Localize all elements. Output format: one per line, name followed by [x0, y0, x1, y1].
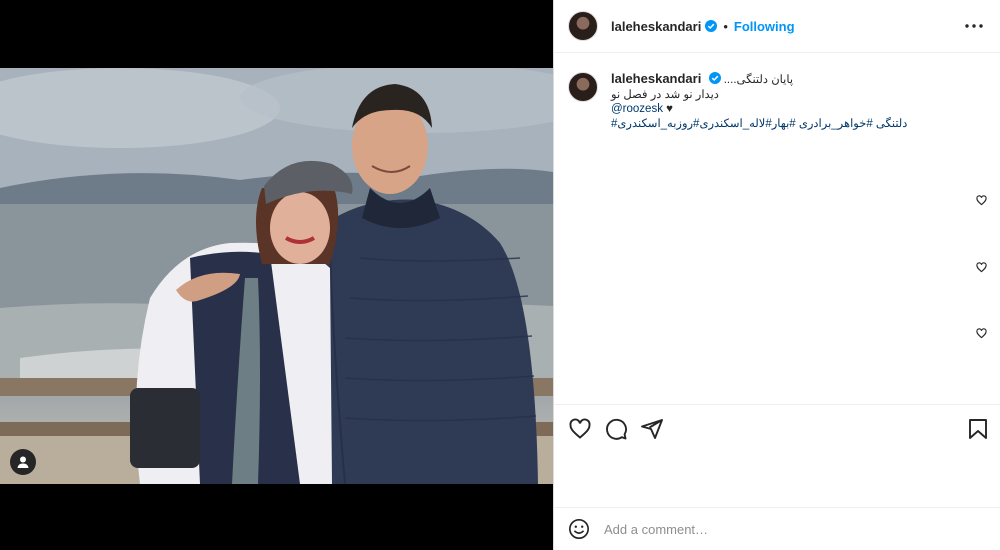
avatar[interactable]: [568, 11, 598, 41]
caption-heart: ♥: [666, 103, 673, 115]
comment-bubble-icon[interactable]: [604, 417, 628, 441]
bookmark-icon[interactable]: [966, 417, 990, 441]
smiley-icon[interactable]: [568, 518, 590, 540]
verified-badge-icon: [705, 20, 718, 32]
comments-area: laleheskandari پایان دلتنگی.... دیدار نو…: [554, 54, 1000, 404]
add-comment-bar: [554, 507, 1000, 550]
comment-like-heart-icon[interactable]: [976, 195, 987, 206]
post-media: [0, 0, 553, 550]
caption-line-1: پایان دلتنگی....: [723, 74, 794, 86]
user-tag-icon: [17, 456, 29, 468]
caption-line-2: دیدار نو شد در فصل نو: [611, 88, 719, 101]
comment-like-heart-icon[interactable]: [976, 328, 987, 339]
heart-icon[interactable]: [568, 417, 592, 441]
user-tag-button[interactable]: [10, 449, 36, 475]
verified-badge-icon: [708, 72, 721, 84]
caption-avatar[interactable]: [568, 72, 598, 102]
post-actions: [554, 404, 1000, 450]
username-link[interactable]: laleheskandari: [611, 19, 701, 34]
caption-username[interactable]: laleheskandari: [611, 71, 701, 86]
post-caption: laleheskandari پایان دلتنگی.... دیدار نو…: [554, 54, 1000, 131]
separator-dot: •: [723, 18, 728, 34]
comment-input[interactable]: [604, 521, 904, 537]
more-options-icon[interactable]: [962, 16, 986, 36]
post-detail-panel: laleheskandari • Following laleheskandar…: [553, 0, 1000, 550]
caption-body: laleheskandari پایان دلتنگی.... دیدار نو…: [611, 71, 907, 132]
following-button[interactable]: Following: [734, 19, 795, 34]
post-header: laleheskandari • Following: [554, 0, 1000, 53]
post-photo[interactable]: [0, 68, 553, 484]
caption-mention[interactable]: @roozesk: [611, 103, 663, 115]
comment-like-heart-icon[interactable]: [976, 262, 987, 273]
paper-plane-icon[interactable]: [640, 417, 664, 441]
caption-hashtags[interactable]: دلتنگی #خواهر_برادری #بهار#لاله_اسکندری#…: [611, 117, 907, 132]
photo-illustration: [0, 68, 553, 484]
